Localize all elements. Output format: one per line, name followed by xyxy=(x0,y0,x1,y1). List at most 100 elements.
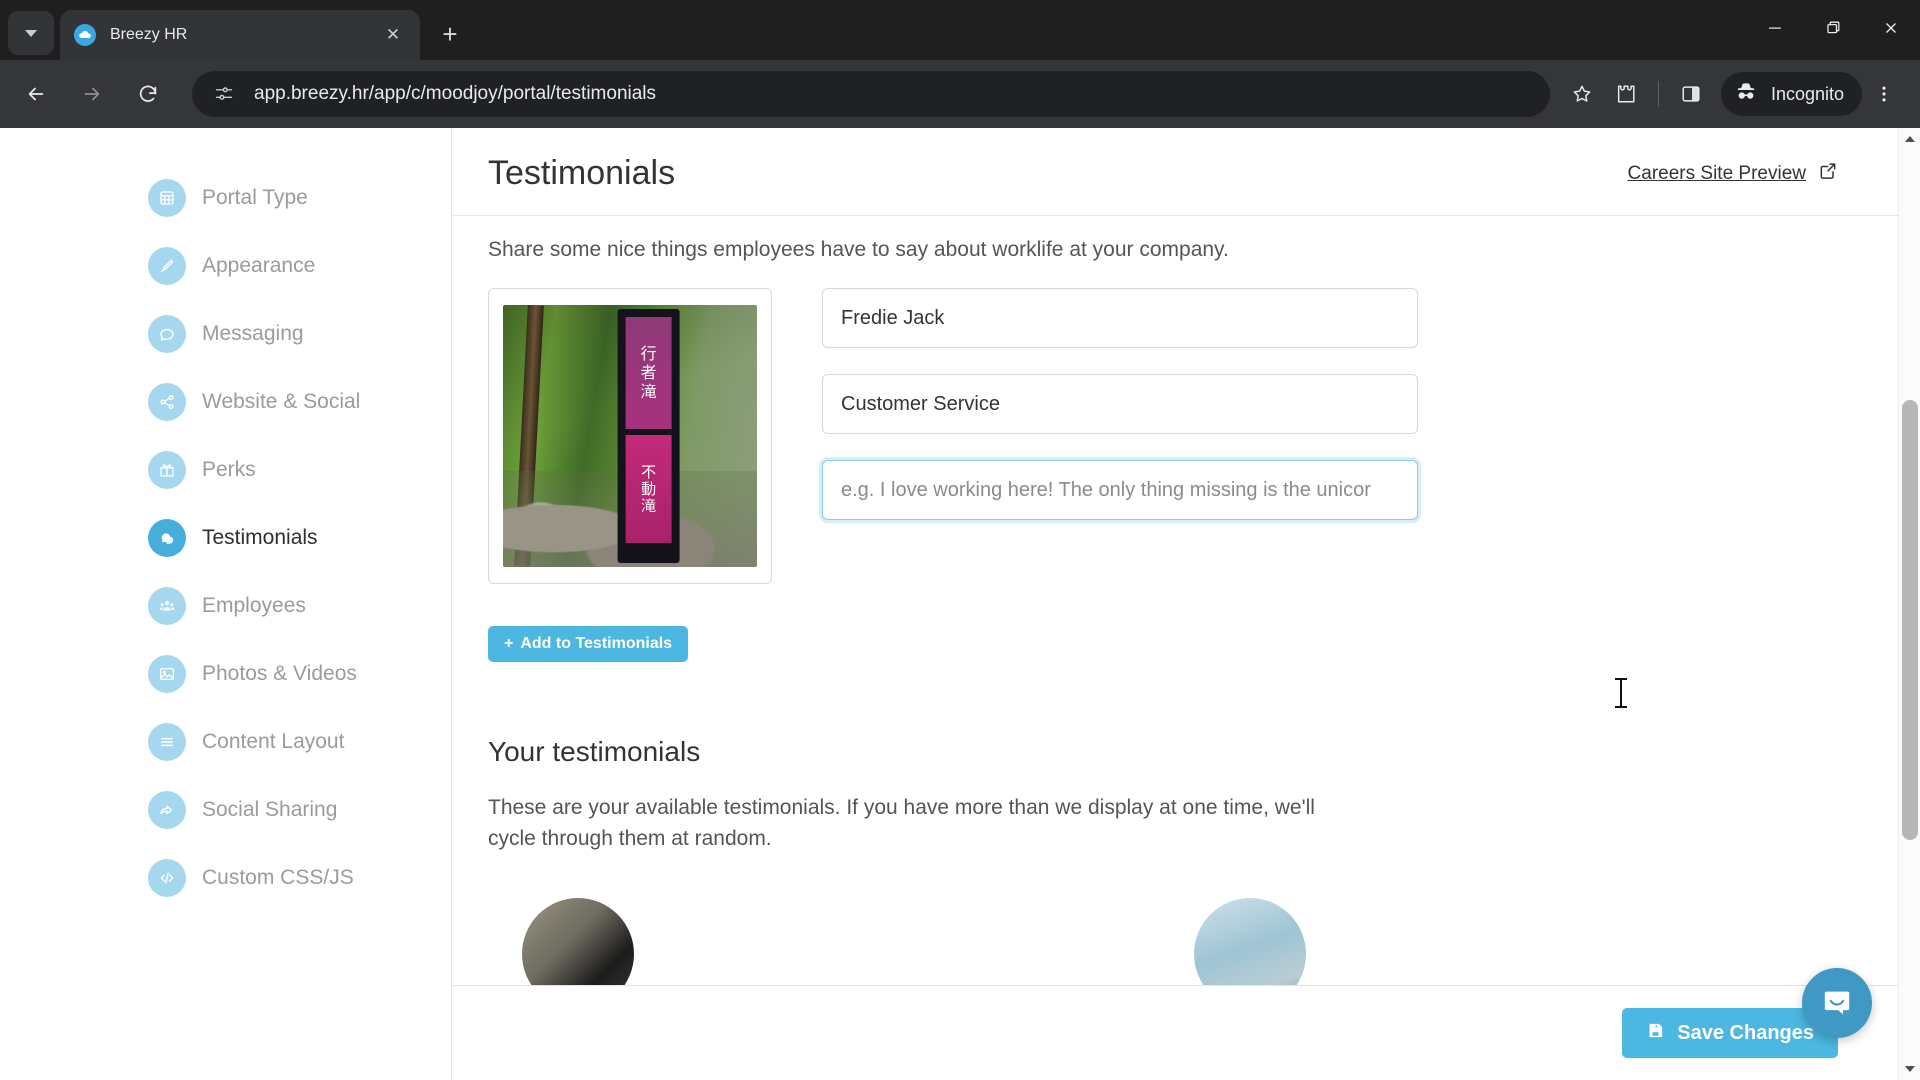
sidebar-item-label: Custom CSS/JS xyxy=(202,866,354,889)
tab-title: Breezy HR xyxy=(110,26,188,43)
testimonial-form: 行 者 滝 不 動 滝 xyxy=(488,288,1838,584)
sidebar-item-label: Employees xyxy=(202,594,306,617)
chat-widget-button[interactable] xyxy=(1802,968,1872,1038)
sidebar-item-portal-type[interactable]: Portal Type xyxy=(0,164,451,232)
sidebar-item-social-sharing[interactable]: Social Sharing xyxy=(0,776,451,844)
your-testimonials-description: These are your available testimonials. I… xyxy=(488,796,1315,851)
sign-char: 行 xyxy=(640,344,657,363)
sidebar-item-testimonials[interactable]: Testimonials xyxy=(0,504,451,572)
grid-icon xyxy=(148,179,186,217)
new-tab-button[interactable]: + xyxy=(430,14,470,54)
close-icon[interactable]: ✕ xyxy=(380,22,406,48)
chevron-down-icon xyxy=(25,29,37,37)
main-body: Share some nice things employees have to… xyxy=(452,216,1898,985)
intercom-chat-icon xyxy=(1824,991,1850,1015)
sidebar-item-label: Perks xyxy=(202,458,256,481)
people-icon xyxy=(148,587,186,625)
photo-sign-panel-bottom: 不 動 滝 xyxy=(625,435,672,543)
testimonial-quote-input[interactable] xyxy=(822,460,1418,520)
sidebar-item-website-social[interactable]: Website & Social xyxy=(0,368,451,436)
testimonial-photo: 行 者 滝 不 動 滝 xyxy=(503,305,757,567)
incognito-indicator[interactable]: Incognito xyxy=(1720,72,1862,116)
side-panel-icon[interactable] xyxy=(1669,72,1713,116)
settings-sidebar: Portal Type Appearance Messaging Website… xyxy=(0,128,452,1080)
incognito-label: Incognito xyxy=(1770,83,1844,104)
sidebar-item-label: Content Layout xyxy=(202,730,345,753)
close-icon[interactable] xyxy=(1862,0,1920,56)
main-panel: Testimonials Careers Site Preview Share … xyxy=(452,128,1898,1080)
careers-site-preview-label: Careers Site Preview xyxy=(1627,162,1806,184)
add-to-testimonials-label: Add to Testimonials xyxy=(520,635,673,652)
sidebar-item-label: Messaging xyxy=(202,322,304,345)
address-bar-url[interactable]: app.breezy.hr/app/c/moodjoy/portal/testi… xyxy=(254,83,1540,105)
scrollbar-thumb[interactable] xyxy=(1902,400,1918,840)
reload-icon[interactable] xyxy=(126,72,170,116)
section-subtitle: Share some nice things employees have to… xyxy=(488,238,1229,261)
scroll-down-arrow[interactable] xyxy=(1899,1058,1920,1080)
cloud-icon xyxy=(74,24,96,46)
chevron-up-icon xyxy=(1905,136,1915,142)
site-settings-icon[interactable] xyxy=(210,80,238,108)
testimonial-fields xyxy=(822,288,1418,520)
page-viewport: Portal Type Appearance Messaging Website… xyxy=(0,128,1920,1080)
address-bar[interactable]: app.breezy.hr/app/c/moodjoy/portal/testi… xyxy=(192,71,1550,117)
three-dot-menu-icon[interactable] xyxy=(1862,72,1906,116)
window-controls xyxy=(1746,0,1920,56)
sign-char: 滝 xyxy=(641,496,657,515)
careers-site-preview-link[interactable]: Careers Site Preview xyxy=(1628,161,1838,187)
back-arrow-icon[interactable] xyxy=(14,72,58,116)
share-icon xyxy=(148,383,186,421)
save-changes-label: Save Changes xyxy=(1677,1021,1814,1044)
sidebar-item-perks[interactable]: Perks xyxy=(0,436,451,504)
sidebar-item-messaging[interactable]: Messaging xyxy=(0,300,451,368)
sidebar-item-custom-css-js[interactable]: Custom CSS/JS xyxy=(0,844,451,912)
plus-icon: + xyxy=(504,635,514,652)
sidebar-item-employees[interactable]: Employees xyxy=(0,572,451,640)
sidebar-item-label: Appearance xyxy=(202,254,316,277)
sidebar-item-label: Social Sharing xyxy=(202,798,338,821)
external-link-icon xyxy=(1818,161,1838,187)
incognito-hat-icon xyxy=(1733,79,1759,110)
scroll-up-arrow[interactable] xyxy=(1899,128,1920,150)
paintbrush-icon xyxy=(148,247,186,285)
maximize-icon[interactable] xyxy=(1804,0,1862,56)
sidebar-item-label: Testimonials xyxy=(202,526,318,549)
sidebar-item-content-layout[interactable]: Content Layout xyxy=(0,708,451,776)
forward-arrow-icon[interactable] xyxy=(70,72,114,116)
puzzle-icon[interactable] xyxy=(1604,72,1648,116)
photo-signpost: 行 者 滝 不 動 滝 xyxy=(617,309,680,563)
text-cursor xyxy=(1615,678,1627,708)
main-footer: Save Changes xyxy=(452,985,1898,1080)
testimonial-role-input[interactable] xyxy=(822,374,1418,434)
list-icon xyxy=(148,723,186,761)
sidebar-item-label: Portal Type xyxy=(202,186,308,209)
sign-char: 動 xyxy=(641,479,657,498)
code-icon xyxy=(148,859,186,897)
sign-char: 滝 xyxy=(640,382,657,401)
page-title: Testimonials xyxy=(488,154,676,192)
main-header: Testimonials Careers Site Preview xyxy=(452,128,1898,216)
avatar[interactable] xyxy=(522,898,634,985)
tab-search-button[interactable] xyxy=(8,11,54,55)
photo-sign-panel-top: 行 者 滝 xyxy=(625,317,672,429)
quotes-icon xyxy=(148,519,186,557)
add-to-testimonials-button[interactable]: + Add to Testimonials xyxy=(488,626,689,662)
gift-icon xyxy=(148,451,186,489)
testimonial-list xyxy=(488,898,1838,985)
floppy-disk-icon xyxy=(1646,1021,1665,1046)
browser-tab[interactable]: Breezy HR ✕ xyxy=(60,10,420,60)
chevron-down-icon xyxy=(1905,1066,1915,1072)
minimize-icon[interactable] xyxy=(1746,0,1804,56)
star-icon[interactable] xyxy=(1560,72,1604,116)
page-scrollbar[interactable] xyxy=(1898,128,1920,1080)
avatar[interactable] xyxy=(1194,898,1306,985)
sidebar-item-photos-videos[interactable]: Photos & Videos xyxy=(0,640,451,708)
sidebar-item-label: Website & Social xyxy=(202,390,361,413)
sidebar-item-label: Photos & Videos xyxy=(202,662,357,685)
testimonial-photo-upload[interactable]: 行 者 滝 不 動 滝 xyxy=(488,288,772,584)
sidebar-item-appearance[interactable]: Appearance xyxy=(0,232,451,300)
testimonial-name-input[interactable] xyxy=(822,288,1418,348)
breezy-portal-page: Portal Type Appearance Messaging Website… xyxy=(0,128,1898,1080)
browser-window: Breezy HR ✕ + app.breezy.hr/app/c/moodjo… xyxy=(0,0,1920,1080)
share-arrow-icon xyxy=(148,791,186,829)
